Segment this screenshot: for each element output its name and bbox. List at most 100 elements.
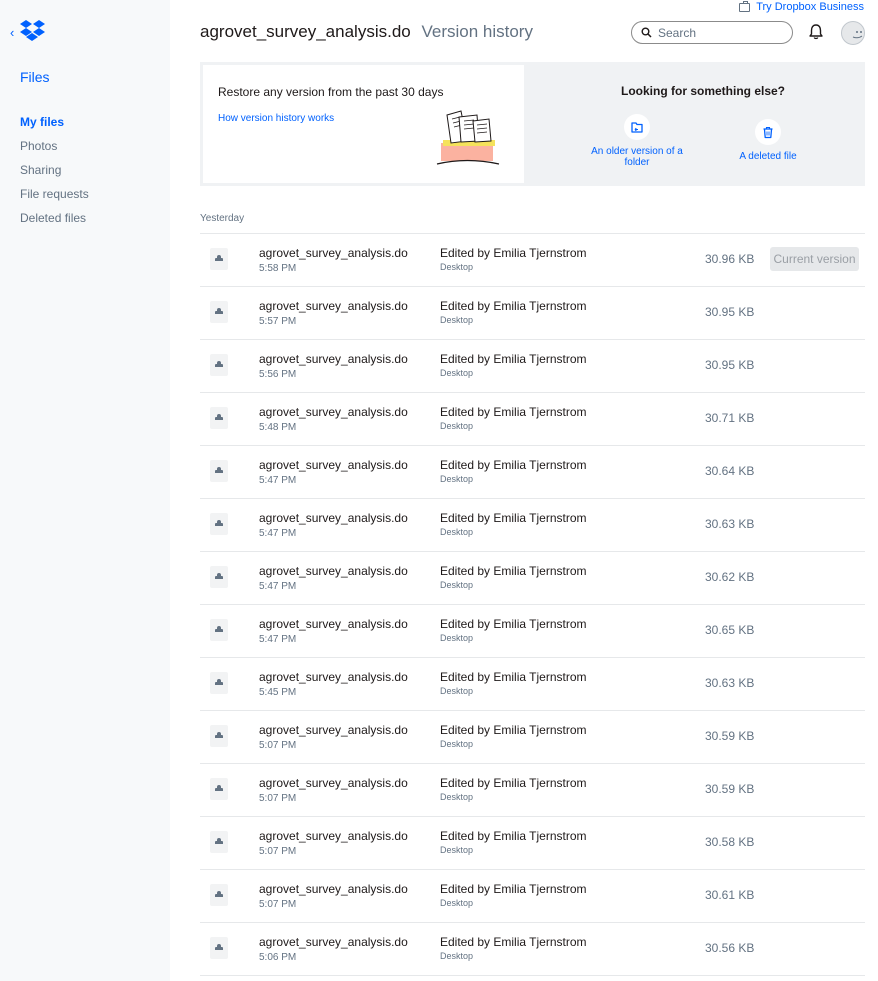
sidebar-item-file-requests[interactable]: File requests bbox=[20, 186, 89, 210]
version-size: 30.63 KB bbox=[705, 517, 755, 531]
version-time: 5:47 PM bbox=[259, 528, 297, 539]
search-box[interactable] bbox=[631, 21, 793, 44]
version-row[interactable]: agrovet_survey_analysis.do 5:47 PM Edited … bbox=[200, 605, 865, 658]
trash-icon-circle bbox=[755, 119, 781, 145]
sidebar-item-deleted-files[interactable]: Deleted files bbox=[20, 210, 89, 234]
version-row[interactable]: agrovet_survey_analysis.do 5:48 PM Edited … bbox=[200, 393, 865, 446]
version-row[interactable]: agrovet_survey_analysis.do 5:58 PM Edited … bbox=[200, 234, 865, 287]
version-editor: Edited by Emilia Tjernstrom bbox=[440, 405, 587, 419]
try-business-label: Try Dropbox Business bbox=[756, 1, 864, 13]
dropbox-logo-icon[interactable] bbox=[19, 20, 46, 42]
version-row[interactable]: agrovet_survey_analysis.do 5:07 PM Edited … bbox=[200, 764, 865, 817]
version-size: 30.59 KB bbox=[705, 782, 755, 796]
try-business-link[interactable]: Try Dropbox Business bbox=[739, 0, 864, 13]
version-time: 5:07 PM bbox=[259, 793, 297, 804]
version-editor: Edited by Emilia Tjernstrom bbox=[440, 299, 587, 313]
version-time: 5:57 PM bbox=[259, 316, 297, 327]
version-file-name: agrovet_survey_analysis.do bbox=[259, 564, 408, 578]
version-editor: Edited by Emilia Tjernstrom bbox=[440, 564, 587, 578]
version-row[interactable]: agrovet_survey_analysis.do 5:07 PM Edited … bbox=[200, 870, 865, 923]
file-icon bbox=[210, 354, 228, 376]
looking-for-something-else-title: Looking for something else? bbox=[621, 84, 786, 98]
version-row[interactable]: agrovet_survey_analysis.do 5:45 PM Edited … bbox=[200, 658, 865, 711]
version-size: 30.64 KB bbox=[705, 464, 755, 478]
version-history-banner: Restore any version from the past 30 day… bbox=[200, 62, 865, 186]
file-icon bbox=[210, 937, 228, 959]
version-editor: Edited by Emilia Tjernstrom bbox=[440, 723, 587, 737]
version-row[interactable]: agrovet_survey_analysis.do 5:57 PM Edited … bbox=[200, 287, 865, 340]
current-version-button[interactable]: Current version bbox=[770, 247, 859, 271]
trash-icon bbox=[763, 126, 773, 138]
logo-area[interactable]: ‹ bbox=[10, 20, 50, 46]
file-icon bbox=[210, 248, 228, 270]
version-time: 5:45 PM bbox=[259, 687, 297, 698]
older-folder-version-option[interactable]: An older version of a folder bbox=[587, 114, 687, 168]
version-source: Desktop bbox=[440, 792, 474, 802]
bell-icon[interactable] bbox=[808, 23, 824, 41]
version-time: 5:07 PM bbox=[259, 899, 297, 910]
restore-info-card: Restore any version from the past 30 day… bbox=[203, 65, 524, 183]
version-file-name: agrovet_survey_analysis.do bbox=[259, 617, 408, 631]
version-file-name: agrovet_survey_analysis.do bbox=[259, 776, 408, 790]
file-name-title: agrovet_survey_analysis.do bbox=[200, 22, 411, 41]
avatar-face-icon bbox=[852, 31, 863, 39]
version-editor: Edited by Emilia Tjernstrom bbox=[440, 776, 587, 790]
folder-restore-icon-circle bbox=[624, 114, 650, 140]
file-icon bbox=[210, 672, 228, 694]
version-file-name: agrovet_survey_analysis.do bbox=[259, 670, 408, 684]
search-input[interactable] bbox=[658, 25, 778, 40]
version-file-name: agrovet_survey_analysis.do bbox=[259, 723, 408, 737]
version-size: 30.96 KB bbox=[705, 252, 755, 266]
version-time: 5:58 PM bbox=[259, 263, 297, 274]
version-editor: Edited by Emilia Tjernstrom bbox=[440, 511, 587, 525]
page-title: agrovet_survey_analysis.do Version histo… bbox=[200, 22, 533, 42]
file-icon bbox=[210, 619, 228, 641]
version-time: 5:47 PM bbox=[259, 581, 297, 592]
file-icon bbox=[210, 778, 228, 800]
version-source: Desktop bbox=[440, 686, 474, 696]
file-icon bbox=[210, 831, 228, 853]
version-list: agrovet_survey_analysis.do 5:58 PM Edited … bbox=[200, 233, 865, 976]
file-icon bbox=[210, 301, 228, 323]
version-time: 5:07 PM bbox=[259, 846, 297, 857]
sidebar-item-my-files[interactable]: My files bbox=[20, 114, 89, 138]
version-time: 5:56 PM bbox=[259, 369, 297, 380]
sidebar-files-title[interactable]: Files bbox=[20, 69, 50, 85]
version-size: 30.71 KB bbox=[705, 411, 755, 425]
version-source: Desktop bbox=[440, 845, 474, 855]
version-time: 5:47 PM bbox=[259, 634, 297, 645]
version-row[interactable]: agrovet_survey_analysis.do 5:47 PM Edited … bbox=[200, 552, 865, 605]
version-row[interactable]: agrovet_survey_analysis.do 5:07 PM Edited … bbox=[200, 711, 865, 764]
search-icon bbox=[641, 27, 652, 38]
version-row[interactable]: agrovet_survey_analysis.do 5:47 PM Edited … bbox=[200, 499, 865, 552]
avatar[interactable] bbox=[841, 21, 865, 45]
older-folder-version-label: An older version of a folder bbox=[591, 146, 683, 168]
version-row[interactable]: agrovet_survey_analysis.do 5:07 PM Edited … bbox=[200, 817, 865, 870]
version-editor: Edited by Emilia Tjernstrom bbox=[440, 617, 587, 631]
back-chevron-icon[interactable]: ‹ bbox=[10, 26, 14, 39]
sidebar-item-sharing[interactable]: Sharing bbox=[20, 162, 89, 186]
file-icon bbox=[210, 566, 228, 588]
sidebar-item-photos[interactable]: Photos bbox=[20, 138, 89, 162]
version-file-name: agrovet_survey_analysis.do bbox=[259, 511, 408, 525]
briefcase-icon bbox=[739, 0, 751, 12]
version-editor: Edited by Emilia Tjernstrom bbox=[440, 458, 587, 472]
version-file-name: agrovet_survey_analysis.do bbox=[259, 352, 408, 366]
file-icon bbox=[210, 460, 228, 482]
file-icon bbox=[210, 407, 228, 429]
file-icon bbox=[210, 513, 228, 535]
version-time: 5:06 PM bbox=[259, 952, 297, 963]
version-row[interactable]: agrovet_survey_analysis.do 5:56 PM Edited … bbox=[200, 340, 865, 393]
version-size: 30.56 KB bbox=[705, 941, 755, 955]
how-version-history-works-link[interactable]: How version history works bbox=[218, 113, 334, 124]
version-source: Desktop bbox=[440, 368, 474, 378]
version-time: 5:07 PM bbox=[259, 740, 297, 751]
version-time: 5:48 PM bbox=[259, 422, 297, 433]
version-editor: Edited by Emilia Tjernstrom bbox=[440, 829, 587, 843]
version-size: 30.95 KB bbox=[705, 305, 755, 319]
deleted-file-option[interactable]: A deleted file bbox=[718, 119, 818, 162]
version-row[interactable]: agrovet_survey_analysis.do 5:06 PM Edited … bbox=[200, 923, 865, 976]
version-row[interactable]: agrovet_survey_analysis.do 5:47 PM Edited … bbox=[200, 446, 865, 499]
version-editor: Edited by Emilia Tjernstrom bbox=[440, 246, 587, 260]
version-editor: Edited by Emilia Tjernstrom bbox=[440, 882, 587, 896]
